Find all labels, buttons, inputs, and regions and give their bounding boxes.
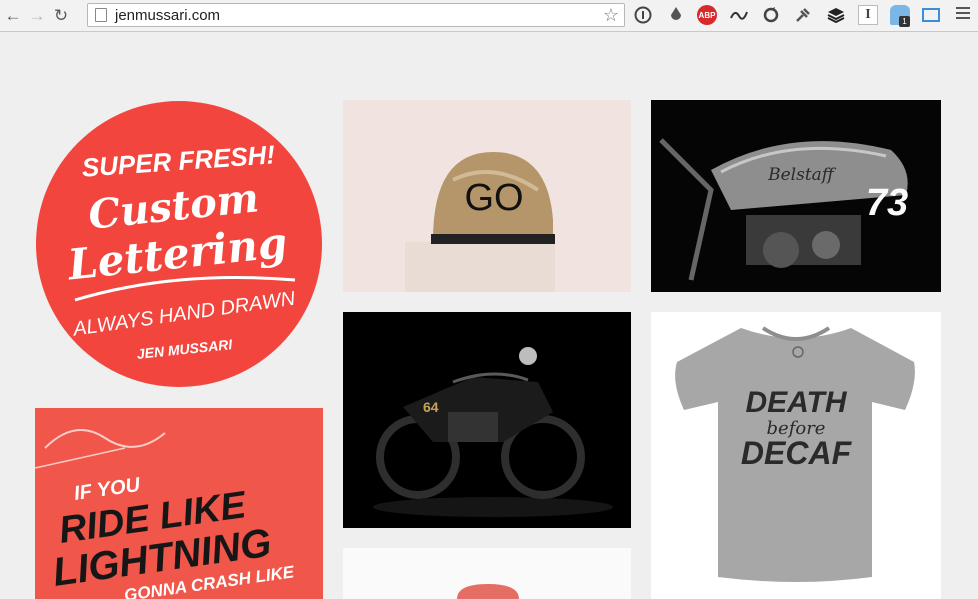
go-helmet-photo[interactable]: GO <box>343 100 631 292</box>
custom-lettering-badge[interactable]: SUPER FRESH! Custom Lettering ALWAYS HAN… <box>35 100 323 388</box>
drop-icon[interactable] <box>666 5 686 25</box>
tank-text: Belstaff <box>767 165 837 185</box>
pin-icon[interactable] <box>793 5 813 25</box>
menu-icon[interactable] <box>956 7 970 22</box>
page-icon <box>95 8 107 22</box>
back-icon[interactable]: ← <box>2 5 24 27</box>
bookmark-star-icon[interactable]: ☆ <box>603 5 619 26</box>
screen-icon[interactable] <box>922 8 940 22</box>
buffer-icon[interactable] <box>826 5 846 25</box>
sync-icon[interactable] <box>761 5 781 25</box>
tshirt-line1: DEATH <box>745 386 847 419</box>
ride-like-lightning-poster[interactable]: IF YOU RIDE LIKE LIGHTNING GONNA CRASH L… <box>35 408 323 599</box>
info-icon[interactable] <box>633 5 653 25</box>
helmet-text: GO <box>464 177 523 219</box>
tshirt-line3: DECAF <box>741 435 853 471</box>
black-motorcycle-photo[interactable]: 64 <box>343 312 631 528</box>
cursive-icon[interactable] <box>729 5 749 25</box>
ghostery-badge: 1 <box>899 16 910 27</box>
ghostery-icon[interactable]: 1 <box>890 5 910 27</box>
death-before-decaf-tshirt-photo[interactable]: DEATH before DECAF <box>651 312 941 599</box>
adblock-icon[interactable]: ABP <box>697 5 717 25</box>
url-text[interactable]: jenmussari.com <box>115 7 220 24</box>
moto-number: 73 <box>866 182 908 224</box>
instapaper-icon[interactable]: I <box>858 5 878 25</box>
belstaff-motorcycle-photo[interactable]: Belstaff 73 <box>651 100 941 292</box>
address-bar[interactable]: jenmussari.com ☆ <box>87 3 625 27</box>
forward-icon[interactable]: → <box>26 5 48 27</box>
bike-number: 64 <box>423 399 439 415</box>
reload-icon[interactable]: ↻ <box>50 5 72 27</box>
red-helmet-photo[interactable] <box>343 548 631 599</box>
